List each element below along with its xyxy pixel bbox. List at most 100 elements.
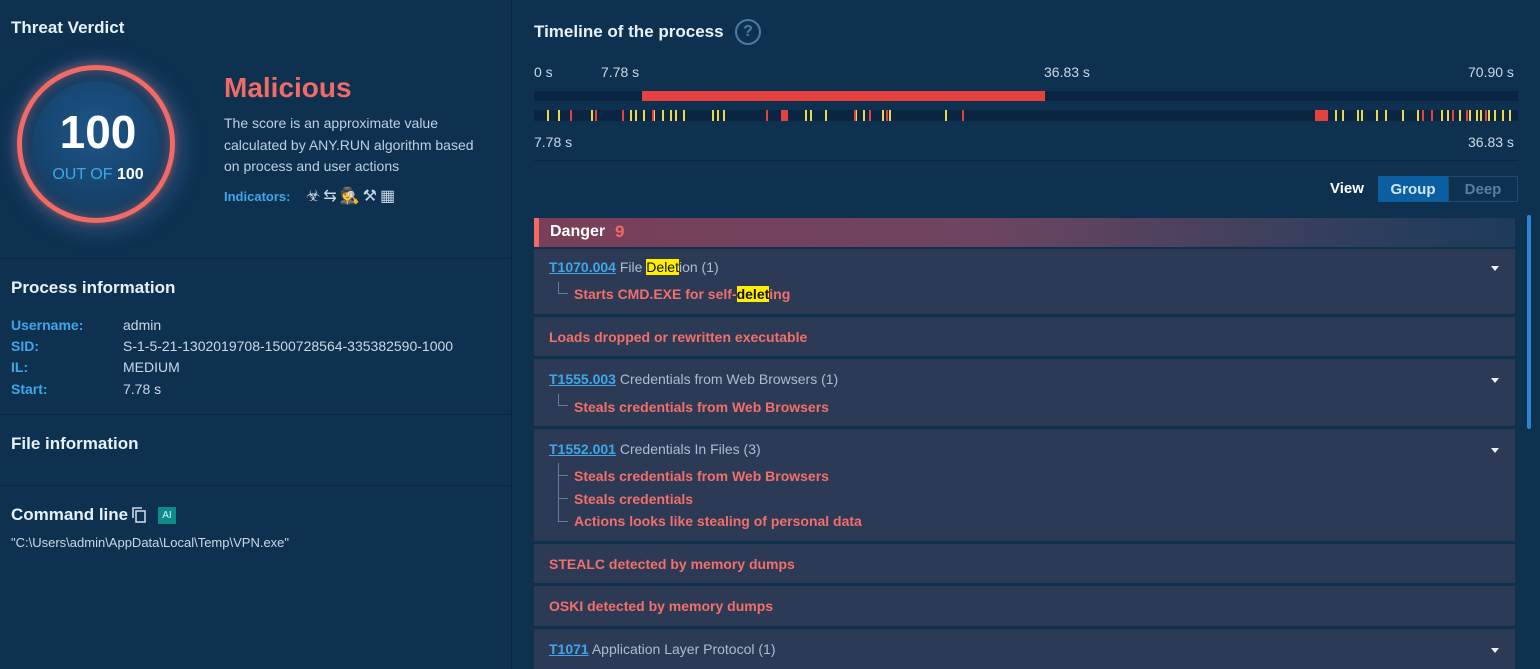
copy-icon[interactable] xyxy=(132,507,146,523)
timeline-events[interactable] xyxy=(534,110,1518,121)
timeline-event-tick xyxy=(1476,110,1478,121)
process-key: IL: xyxy=(11,359,29,375)
indicator-icons: ☣⇆🕵⚒▦ xyxy=(306,186,398,206)
timeline-event-tick xyxy=(683,110,685,121)
timeline-event-tick xyxy=(1447,110,1449,121)
left-panel: Threat Verdict 100 OUT OF 100 Malicious … xyxy=(0,0,512,669)
indicator-text: OSKI detected by memory dumps xyxy=(549,598,774,614)
timeline-range-start: 7.78 s xyxy=(534,134,573,150)
timeline-event-tick xyxy=(1335,110,1337,121)
chevron-down-icon[interactable] xyxy=(1491,266,1499,271)
process-value: S-1-5-21-1302019708-1500728564-335382590… xyxy=(123,338,454,354)
technique-id-link[interactable]: T1555.003 xyxy=(549,371,616,387)
timeline-event-tick xyxy=(595,110,597,121)
indicator-text: Loads dropped or rewritten executable xyxy=(549,329,808,345)
indicator-card[interactable]: OSKI detected by memory dumps xyxy=(534,586,1515,626)
tree-line xyxy=(558,521,568,522)
timeline-tick: 0 s xyxy=(534,64,553,80)
indicator-text: Starts CMD.EXE for self- xyxy=(574,286,737,302)
file-building-icon[interactable]: ▦ xyxy=(380,188,398,205)
timeline-event-tick xyxy=(1342,110,1344,121)
chevron-down-icon[interactable] xyxy=(1491,448,1499,453)
timeline-event-tick xyxy=(1422,110,1424,121)
technique-card[interactable]: T1552.001 Credentials In Files (3) Steal… xyxy=(534,429,1515,541)
scrollbar-thumb[interactable] xyxy=(1527,215,1531,429)
process-key: Username: xyxy=(11,317,84,333)
out-of-value: 100 xyxy=(116,166,144,183)
biohazard-icon[interactable]: ☣ xyxy=(306,188,323,205)
timeline-event-tick xyxy=(1452,110,1454,121)
process-row: Username: admin xyxy=(11,317,161,333)
timeline-event-tick xyxy=(1402,110,1404,121)
danger-header[interactable]: Danger 9 xyxy=(534,218,1515,247)
tree-line xyxy=(558,475,568,476)
help-icon[interactable]: ? xyxy=(735,19,761,45)
timeline-event-tick xyxy=(622,110,624,121)
timeline-event-tick xyxy=(886,110,888,121)
timeline-event-tick xyxy=(570,110,572,121)
timeline-event-tick xyxy=(825,110,827,121)
verdict-label: Malicious xyxy=(224,72,352,103)
timeline-event-tick xyxy=(591,110,593,121)
verdict-description: The score is an approximate value calcul… xyxy=(224,115,474,174)
technique-card[interactable]: T1555.003 Credentials from Web Browsers … xyxy=(534,359,1515,426)
process-value: 7.78 s xyxy=(123,381,162,397)
indicators-label: Indicators: xyxy=(224,189,291,204)
timeline-event-tick xyxy=(1431,110,1433,121)
tree-line xyxy=(558,405,568,406)
process-value: admin xyxy=(123,317,162,333)
search-highlight: Delet xyxy=(646,259,679,275)
indicator-card[interactable]: Loads dropped or rewritten executable xyxy=(534,317,1515,356)
timeline-event-tick xyxy=(1488,110,1490,121)
indicator-card[interactable]: STEALC detected by memory dumps xyxy=(534,544,1515,583)
technique-card[interactable]: T1070.004 File Deletion (1) Starts CMD.E… xyxy=(534,249,1515,314)
spy-icon[interactable]: 🕵 xyxy=(340,188,363,205)
command-line-value: "C:\Users\admin\AppData\Local\Temp\VPN.e… xyxy=(11,535,290,550)
timeline-event-tick xyxy=(670,110,672,121)
view-label: View xyxy=(1330,180,1364,197)
timeline-event-tick xyxy=(558,110,560,121)
timeline-tick: 7.78 s xyxy=(601,64,640,80)
timeline-event-tick xyxy=(643,110,645,121)
arrows-exchange-icon[interactable]: ⇆ xyxy=(323,188,339,205)
timeline-tick: 70.90 s xyxy=(1468,64,1514,80)
timeline-event-tick xyxy=(723,110,725,121)
timeline-event-tick xyxy=(863,110,865,121)
command-line-title: Command line xyxy=(11,505,129,524)
ai-button[interactable]: AI xyxy=(158,507,176,524)
timeline-event-tick xyxy=(1417,110,1419,121)
chevron-down-icon[interactable] xyxy=(1491,648,1499,653)
score-value: 100 xyxy=(59,106,137,158)
timeline-event-tick xyxy=(882,110,884,121)
timeline-event-tick xyxy=(1441,110,1443,121)
timeline-event-tick xyxy=(962,110,964,121)
timeline-event-tick xyxy=(630,110,632,121)
chevron-down-icon[interactable] xyxy=(1491,378,1499,383)
divider xyxy=(0,414,511,415)
technique-id-link[interactable]: T1070.004 xyxy=(549,259,616,275)
timeline-title: Timeline of the process xyxy=(534,22,724,41)
divider xyxy=(534,160,1518,161)
indicator-item: Actions looks like stealing of personal … xyxy=(574,513,862,529)
timeline-event-tick xyxy=(1485,110,1487,121)
view-deep-button[interactable]: Deep xyxy=(1448,176,1518,202)
process-row: IL: MEDIUM xyxy=(11,359,180,375)
indicator-text: STEALC detected by memory dumps xyxy=(549,556,795,572)
timeline-event-tick xyxy=(810,110,812,121)
technique-id-link[interactable]: T1552.001 xyxy=(549,441,616,457)
technique-name: Application Layer Protocol (1) xyxy=(591,641,776,657)
view-group-button[interactable]: Group xyxy=(1378,176,1448,202)
timeline-event-tick xyxy=(869,110,871,121)
timeline-event-tick xyxy=(945,110,947,121)
technique-id-link[interactable]: T1071 xyxy=(549,641,589,657)
process-row: Start: 7.78 s xyxy=(11,381,161,397)
technique-head: T1070.004 File Deletion (1) xyxy=(549,259,719,275)
technique-name: Credentials In Files (3) xyxy=(619,441,761,457)
tools-icon[interactable]: ⚒ xyxy=(363,188,380,205)
file-info-title[interactable]: File information xyxy=(11,434,139,454)
technique-card[interactable]: T1071 Application Layer Protocol (1) xyxy=(534,629,1515,669)
timeline-selection[interactable] xyxy=(642,91,1045,101)
score-out-of: OUT OF 100 xyxy=(18,166,178,184)
timeline-event-tick xyxy=(635,110,637,121)
timeline-event-tick xyxy=(889,110,891,121)
